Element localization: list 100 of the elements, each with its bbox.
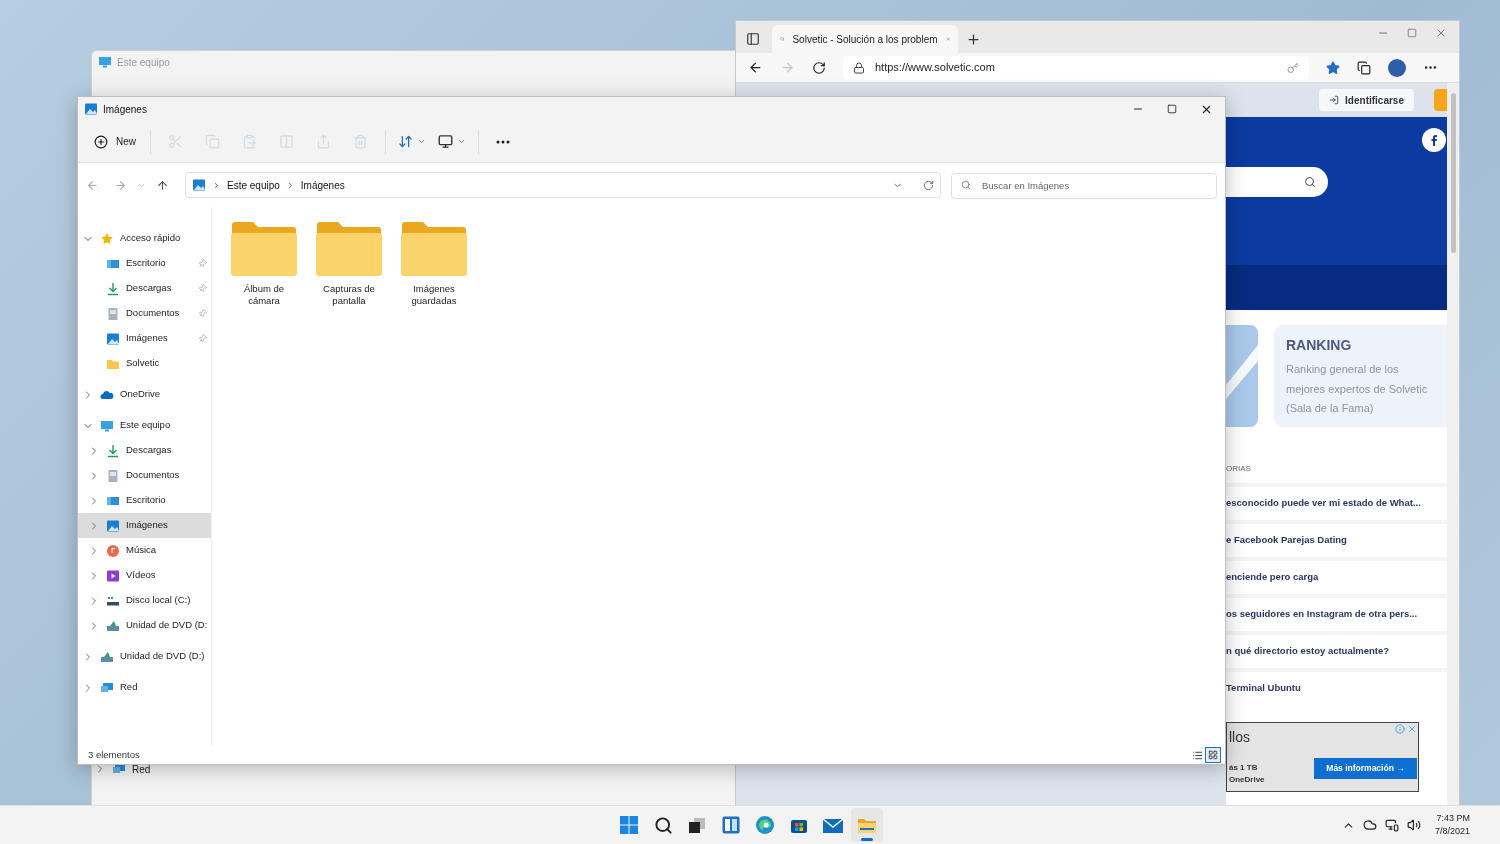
network-icon[interactable] [1384, 818, 1399, 832]
tree-item[interactable]: Descargas [78, 438, 211, 463]
address-bar[interactable]: https://www.solvetic.com [843, 55, 1309, 80]
tab-title: Solvetic - Solución a los problem [792, 32, 938, 47]
maximize-icon[interactable] [1407, 28, 1417, 38]
refresh-icon[interactable] [812, 60, 826, 75]
tree-label: Solvetic [126, 356, 161, 371]
info-icon[interactable] [1395, 724, 1405, 734]
ad-text: OneDrive [1229, 774, 1266, 786]
list-icon [1191, 749, 1203, 761]
star-icon[interactable] [1326, 60, 1340, 75]
tree-item[interactable]: Documentos [78, 463, 211, 488]
more-icon [496, 139, 510, 144]
pictures-icon [192, 178, 206, 192]
plus-icon [94, 134, 108, 149]
tree-item[interactable]: Solvetic [78, 351, 211, 376]
tree-label: Red [120, 680, 139, 695]
profile-avatar[interactable] [1388, 58, 1406, 77]
folder-item[interactable]: Imágenes guardadas [399, 221, 469, 307]
tree-label: Este equipo [120, 418, 172, 433]
network-icon [100, 680, 114, 695]
tree-label: Red [132, 762, 151, 776]
tree-item[interactable]: Vídeos [78, 563, 211, 588]
sort-icon [398, 134, 413, 149]
forward-icon[interactable] [780, 60, 795, 75]
ad-banner[interactable]: llos ás 1 TB OneDrive Más información → [1226, 722, 1419, 792]
share-icon [316, 134, 331, 149]
ranking-card[interactable]: RANKING Ranking general de los mejores expertos de Solvetic (Sala de la Fama) [1274, 325, 1447, 427]
tree-item[interactable]: Este equipo [78, 413, 211, 438]
tree-item[interactable]: Unidad de DVD (D:) [78, 644, 211, 669]
video-icon [106, 568, 120, 583]
address-bar[interactable]: Este equipo Imágenes [185, 172, 941, 198]
tree-label: Documentos [126, 468, 181, 483]
folder-item[interactable]: Álbum de cámara [229, 221, 299, 307]
trash-icon [353, 134, 368, 149]
tree-item[interactable]: Descargas [78, 276, 211, 301]
music-icon [106, 543, 120, 558]
more-info-button[interactable]: Más información → [1314, 758, 1417, 779]
tree-item[interactable]: Escritorio [78, 488, 211, 513]
tree-label: Descargas [126, 443, 173, 458]
tree-item[interactable]: Acceso rápido [78, 226, 211, 251]
card-text: Ranking general de los mejores expertos de Solvetic (Sala de la Fama) [1286, 362, 1429, 416]
search-icon [653, 815, 673, 835]
clipboard-icon [242, 134, 257, 149]
computer-icon [100, 418, 114, 433]
pictures-icon [106, 518, 120, 533]
breadcrumb[interactable]: Imágenes [300, 177, 345, 193]
collections-icon[interactable] [1357, 60, 1371, 75]
tree-item[interactable]: Documentos [78, 301, 211, 326]
ad-title: llos [1229, 728, 1251, 747]
chevron-down-icon [417, 137, 426, 146]
new-button[interactable]: New [86, 126, 144, 157]
breadcrumb-separator-icon [212, 180, 221, 190]
new-tab-icon[interactable] [966, 32, 981, 47]
tree-item[interactable]: Unidad de DVD (D: [78, 613, 211, 638]
folder-icon [400, 221, 468, 277]
computer-icon [98, 55, 112, 69]
back-icon[interactable] [748, 60, 763, 75]
tree-label: Documentos [126, 306, 181, 321]
folder-icon [230, 221, 298, 277]
forward-icon[interactable] [114, 178, 127, 192]
tree-item[interactable]: Disco local (C:) [78, 588, 211, 613]
tiles-view-button[interactable] [1205, 747, 1221, 763]
folder-name: Capturas de pantalla [322, 283, 376, 307]
status-text: 3 elementos [88, 747, 141, 762]
tree-label: Unidad de DVD (D: [126, 618, 208, 633]
browser-tab[interactable]: Solvetic - Solución a los problem [772, 25, 958, 53]
clock-date: 7/8/2021 [1434, 825, 1470, 838]
active-indicator [861, 838, 873, 841]
tree-item[interactable]: Música [78, 538, 211, 563]
card-title: RANKING [1286, 336, 1353, 355]
tab-actions-icon[interactable] [746, 32, 760, 46]
folder-item[interactable]: Capturas de pantalla [314, 221, 384, 307]
pictures-icon [84, 102, 98, 116]
document-icon [106, 468, 120, 483]
scissors-icon [168, 134, 183, 149]
key-icon[interactable] [1287, 61, 1299, 74]
clock[interactable]: 7:43 PM 7/8/2021 [1434, 811, 1470, 839]
window-title: Imágenes [103, 102, 148, 117]
tree-item[interactable]: Escritorio [78, 251, 211, 276]
volume-icon[interactable] [1406, 818, 1421, 832]
section-label: ORIAS [1226, 463, 1252, 475]
tree-item[interactable]: Imágenes [78, 513, 211, 538]
search-field[interactable]: Buscar en Imágenes [951, 172, 1217, 199]
breadcrumb[interactable]: Este equipo [227, 177, 280, 193]
tree-label: Acceso rápido [120, 231, 182, 246]
sign-in-icon [1329, 95, 1340, 105]
tree-label: Descargas [126, 281, 173, 296]
sign-in-button[interactable]: Identificarse [1319, 89, 1414, 111]
browser-icon [755, 815, 775, 835]
tree-item[interactable]: Imágenes [78, 326, 211, 351]
up-icon[interactable] [156, 178, 169, 192]
maximize-icon[interactable] [1167, 103, 1177, 114]
cloud-icon[interactable] [1362, 818, 1377, 832]
facebook-icon[interactable] [1422, 128, 1446, 152]
folder-name: Imágenes guardadas [410, 283, 458, 307]
download-icon [106, 281, 120, 296]
search-field[interactable] [1226, 167, 1328, 197]
tree-item[interactable]: Red [78, 675, 211, 700]
tree-item[interactable]: OneDrive [78, 382, 211, 407]
